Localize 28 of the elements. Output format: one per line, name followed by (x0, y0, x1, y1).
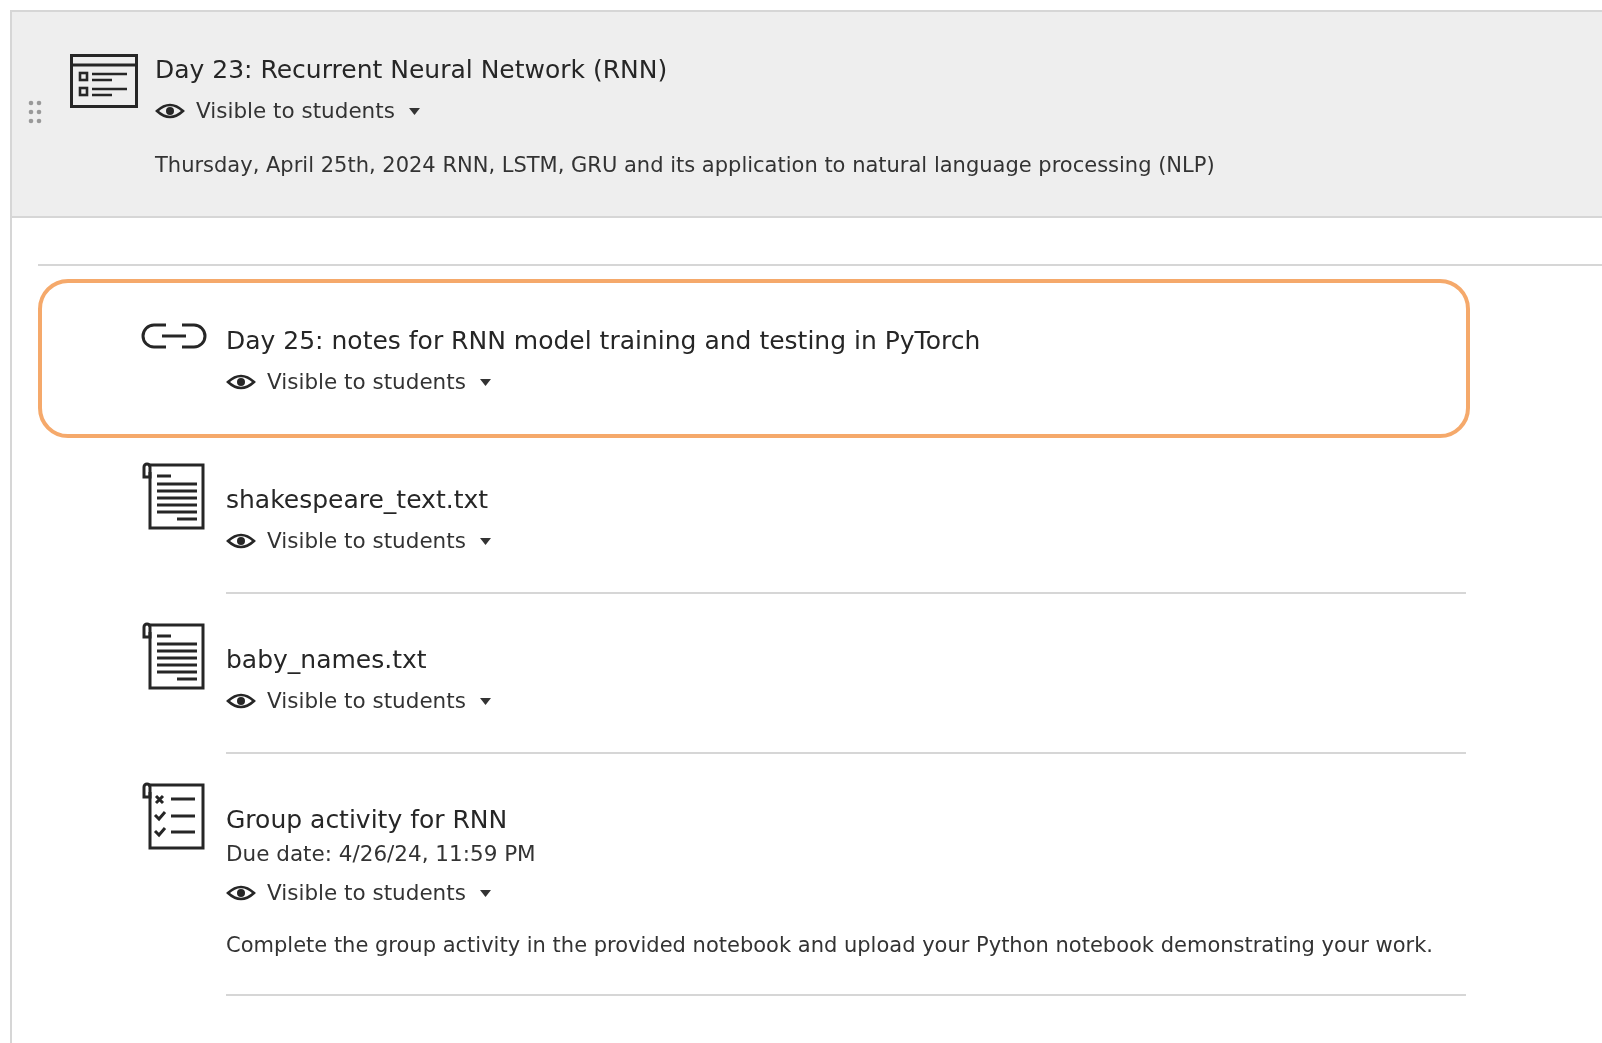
caret-icon (479, 697, 491, 705)
eye-icon (226, 372, 256, 392)
item-title[interactable]: baby_names.txt (226, 642, 427, 678)
item-description: Complete the group activity in the provided notebook and upload your Python notebook demonstrating your work. (226, 932, 1433, 959)
drag-handle-icon[interactable] (28, 100, 42, 124)
eye-icon (155, 101, 185, 121)
visibility-dropdown[interactable]: Visible to students (155, 94, 420, 128)
due-date: Due date: 4/26/24, 11:59 PM (226, 840, 536, 868)
caret-icon (408, 107, 420, 115)
item-title[interactable]: Day 25: notes for RNN model training and testing in PyTorch (226, 323, 981, 359)
document-icon (140, 622, 208, 692)
item-title[interactable]: shakespeare_text.txt (226, 482, 489, 518)
visibility-dropdown[interactable]: Visible to students (226, 524, 491, 558)
eye-icon (226, 531, 256, 551)
checklist-icon (140, 782, 208, 852)
caret-icon (479, 378, 491, 386)
section-description: Thursday, April 25th, 2024 RNN, LSTM, GRU and its application to natural language processing (NLP) (155, 152, 1215, 179)
visibility-dropdown[interactable]: Visible to students (226, 684, 491, 718)
section-title[interactable]: Day 23: Recurrent Neural Network (RNN) (155, 52, 668, 88)
document-icon (140, 462, 208, 532)
eye-icon (226, 691, 256, 711)
caret-icon (479, 537, 491, 545)
caret-icon (479, 889, 491, 897)
visibility-dropdown[interactable]: Visible to students (226, 365, 491, 399)
eye-icon (226, 883, 256, 903)
visibility-dropdown[interactable]: Visible to students (226, 876, 491, 910)
module-icon (70, 54, 138, 108)
item-title[interactable]: Group activity for RNN (226, 802, 508, 838)
